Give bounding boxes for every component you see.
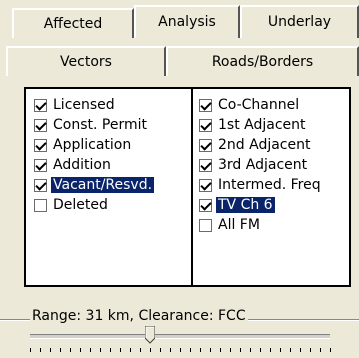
tab-underlay[interactable]: Underlay: [240, 5, 359, 38]
slider-tick: [150, 348, 151, 352]
slider-tick: [260, 348, 261, 352]
tab-affected-label: Affected: [43, 16, 103, 32]
checkbox-3rd-adjacent[interactable]: [199, 158, 212, 172]
list-item-tv-ch-6[interactable]: TV Ch 6: [199, 195, 275, 215]
slider-tick: [280, 348, 281, 352]
range-label: Range: 31 km, Clearance: FCC: [30, 308, 248, 324]
slider-tick: [70, 348, 71, 352]
list-item-label: Vacant/Resvd.: [51, 177, 155, 193]
list-item-label: Const. Permit: [53, 117, 147, 133]
tab-vectors-label: Vectors: [60, 54, 112, 70]
list-item-label: Intermed. Freq: [218, 177, 321, 193]
checkbox-addition[interactable]: [34, 158, 47, 172]
checkbox-all-fm[interactable]: [199, 218, 212, 232]
tab-affected[interactable]: Affected: [12, 8, 134, 38]
list-item-label: Deleted: [53, 197, 108, 213]
slider-ticks: [30, 348, 331, 354]
list-item-licensed[interactable]: Licensed: [34, 95, 117, 115]
tab-roads-borders-label: Roads/Borders: [211, 54, 314, 70]
list-item-label: All FM: [218, 217, 260, 233]
slider-tick: [250, 348, 251, 352]
checkbox-const-permit[interactable]: [34, 118, 47, 132]
list-item-intermed-freq[interactable]: Intermed. Freq: [199, 175, 323, 195]
list-item-1st-adjacent[interactable]: 1st Adjacent: [199, 115, 308, 135]
slider-tick: [320, 348, 321, 352]
list-panel: Licensed Const. Permit Application Addit…: [24, 87, 351, 287]
list-item-const-permit[interactable]: Const. Permit: [34, 115, 149, 135]
list-item-addition[interactable]: Addition: [34, 155, 113, 175]
slider-tick: [220, 348, 221, 352]
checkbox-1st-adjacent[interactable]: [199, 118, 212, 132]
list-item-all-fm[interactable]: All FM: [199, 215, 262, 235]
list-item-label: 3rd Adjacent: [218, 157, 308, 173]
checkbox-intermed-freq[interactable]: [199, 178, 212, 192]
tab-vectors[interactable]: Vectors: [6, 46, 166, 76]
range-slider-track[interactable]: [30, 334, 330, 339]
slider-tick: [40, 348, 41, 352]
slider-tick: [300, 348, 301, 352]
slider-tick: [110, 348, 111, 352]
slider-tick: [290, 348, 291, 352]
slider-tick: [230, 348, 231, 352]
list-item-label: Co-Channel: [218, 97, 300, 113]
slider-tick: [140, 348, 141, 352]
slider-tick: [170, 348, 171, 352]
list-item-label: 2nd Adjacent: [218, 137, 311, 153]
tab-roads-borders[interactable]: Roads/Borders: [166, 46, 359, 76]
tab-analysis[interactable]: Analysis: [134, 5, 240, 38]
panel-divider: [191, 89, 193, 285]
list-item-label: TV Ch 6: [216, 197, 275, 213]
range-group: Range: 31 km, Clearance: FCC: [0, 308, 359, 358]
slider-tick: [210, 348, 211, 352]
slider-tick: [120, 348, 121, 352]
checkbox-deleted[interactable]: [34, 198, 47, 212]
slider-tick: [200, 348, 201, 352]
list-item-3rd-adjacent[interactable]: 3rd Adjacent: [199, 155, 309, 175]
slider-tick: [130, 348, 131, 352]
range-slider-thumb[interactable]: [145, 326, 155, 344]
checkbox-application[interactable]: [34, 138, 47, 152]
slider-tick: [160, 348, 161, 352]
slider-tick: [190, 348, 191, 352]
slider-tick: [330, 348, 331, 352]
list-item-vacant-resvd[interactable]: Vacant/Resvd.: [34, 175, 155, 195]
slider-tick: [80, 348, 81, 352]
list-item-co-channel[interactable]: Co-Channel: [199, 95, 301, 115]
list-item-label: 1st Adjacent: [218, 117, 306, 133]
list-item-deleted[interactable]: Deleted: [34, 195, 110, 215]
tab-analysis-label: Analysis: [158, 14, 216, 30]
list-item-application[interactable]: Application: [34, 135, 133, 155]
slider-tick: [180, 348, 181, 352]
checkbox-licensed[interactable]: [34, 98, 47, 112]
list-item-2nd-adjacent[interactable]: 2nd Adjacent: [199, 135, 312, 155]
checkbox-vacant-resvd[interactable]: [34, 178, 47, 192]
list-item-label: Licensed: [53, 97, 115, 113]
list-item-label: Addition: [53, 157, 111, 173]
slider-tick: [270, 348, 271, 352]
slider-tick: [50, 348, 51, 352]
tab-underlay-label: Underlay: [267, 14, 332, 30]
slider-tick: [30, 348, 31, 352]
slider-tick: [90, 348, 91, 352]
slider-tick: [310, 348, 311, 352]
checkbox-2nd-adjacent[interactable]: [199, 138, 212, 152]
slider-tick: [240, 348, 241, 352]
checkbox-co-channel[interactable]: [199, 98, 212, 112]
checkbox-tv-ch-6[interactable]: [199, 198, 212, 212]
slider-tick: [60, 348, 61, 352]
list-item-label: Application: [53, 137, 132, 153]
slider-tick: [100, 348, 101, 352]
